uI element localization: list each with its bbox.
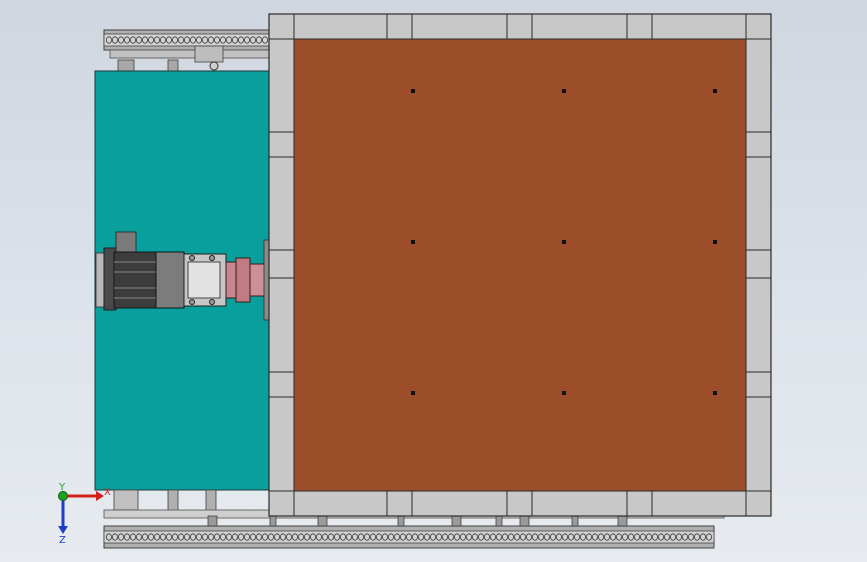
axis-triad: X Y Z [58,482,111,546]
plate-hole [713,89,717,93]
plate-hole [713,391,717,395]
plate-hole [713,240,717,244]
z-axis-label: Z [59,535,66,546]
cad-model-view[interactable]: X Y Z [0,0,867,562]
cad-viewport[interactable]: X Y Z [0,0,867,562]
y-axis-label: Y [58,482,66,493]
top-chain-rail [103,29,271,73]
plate-hole [411,391,415,395]
work-plate[interactable] [293,38,747,492]
plate-hole [562,240,566,244]
x-axis-label: X [104,487,111,498]
plate-hole [562,391,566,395]
table-frame[interactable] [268,13,772,517]
plate-hole [562,89,566,93]
plate-hole [411,240,415,244]
plate-hole [411,89,415,93]
